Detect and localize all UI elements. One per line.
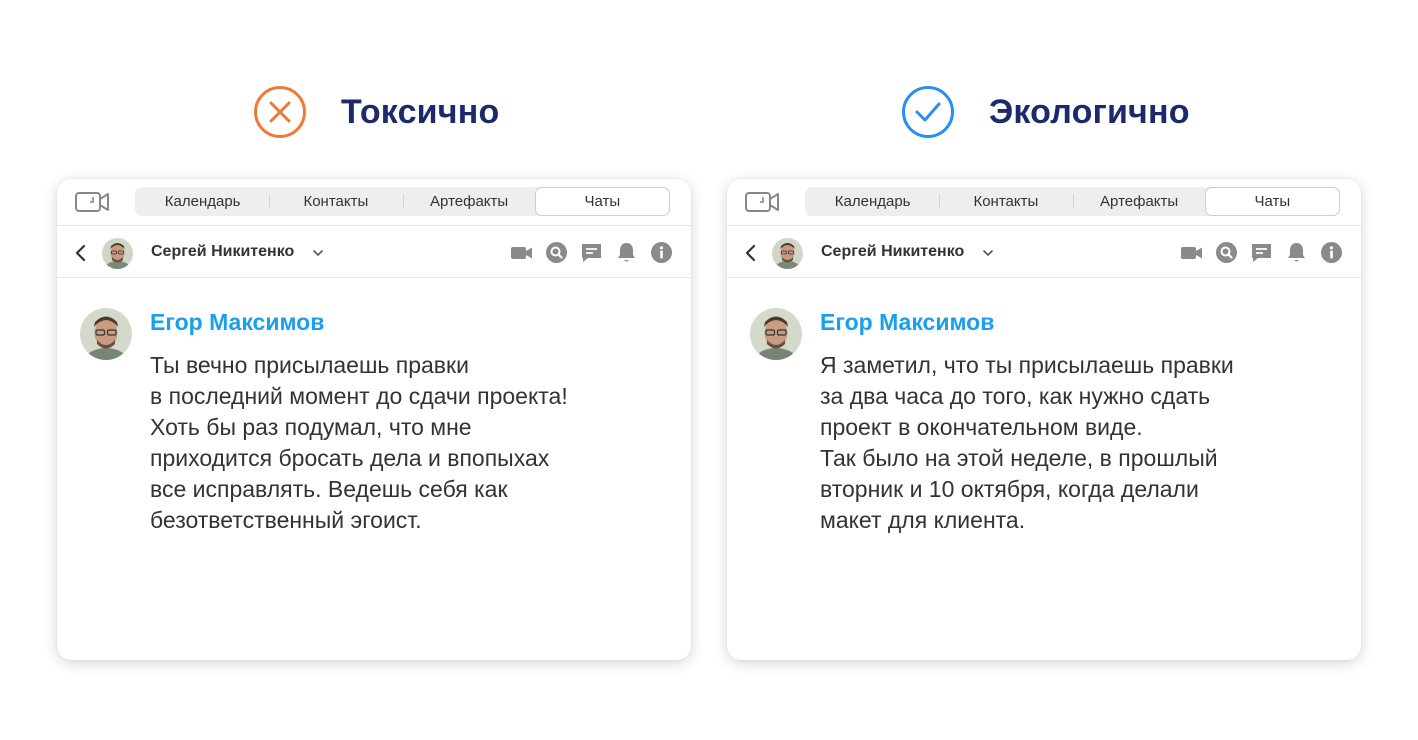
app-topbar: Календарь Контакты Артефакты Чаты — [727, 179, 1361, 226]
check-circle-icon — [902, 86, 954, 138]
chat-actions — [1180, 241, 1343, 264]
message-line: в последний момент до сдачи проекта! — [150, 383, 568, 409]
app-topbar: Календарь Контакты Артефакты Чаты — [57, 179, 691, 226]
tab-calendar[interactable]: Календарь — [136, 188, 269, 215]
avatar[interactable] — [80, 308, 132, 360]
bell-icon[interactable] — [1285, 241, 1308, 264]
sender-name[interactable]: Егор Максимов — [820, 309, 994, 336]
toxic-example: Токсично Календарь Контакты Артефакты Ча… — [57, 0, 691, 740]
x-circle-icon — [254, 86, 306, 138]
tab-artifacts[interactable]: Артефакты — [402, 188, 536, 215]
video-icon[interactable] — [1180, 241, 1203, 264]
chat-header: Сергей Никитенко — [727, 227, 1361, 278]
info-icon[interactable] — [1320, 241, 1343, 264]
search-icon[interactable] — [545, 241, 568, 264]
tab-bar: Календарь Контакты Артефакты Чаты — [805, 187, 1340, 216]
chat-actions — [510, 241, 673, 264]
tab-artifacts[interactable]: Артефакты — [1072, 188, 1206, 215]
chat-header: Сергей Никитенко — [57, 227, 691, 278]
tab-bar: Календарь Контакты Артефакты Чаты — [135, 187, 670, 216]
message-line: макет для клиента. — [820, 507, 1026, 533]
message-line: Я заметил, что ты присылаешь правки — [820, 352, 1234, 378]
search-icon[interactable] — [1215, 241, 1238, 264]
back-arrow-icon[interactable] — [744, 244, 758, 262]
message-line: Хоть бы раз подумал, что мне — [150, 414, 472, 440]
avatar[interactable] — [772, 238, 803, 269]
video-call-icon[interactable] — [74, 189, 110, 215]
chat-window: Календарь Контакты Артефакты Чаты Сергей… — [727, 179, 1361, 660]
tab-chats[interactable]: Чаты — [535, 188, 669, 215]
bell-icon[interactable] — [615, 241, 638, 264]
video-call-icon[interactable] — [744, 189, 780, 215]
message-line: безответственный эгоист. — [150, 507, 422, 533]
tab-contacts[interactable]: Контакты — [939, 188, 1072, 215]
threads-icon[interactable] — [1250, 241, 1273, 264]
chevron-down-icon[interactable] — [982, 247, 994, 259]
tab-calendar[interactable]: Календарь — [806, 188, 939, 215]
threads-icon[interactable] — [580, 241, 603, 264]
message-line: вторник и 10 октября, когда делали — [820, 476, 1199, 502]
message-line: проект в окончательном виде. — [820, 414, 1143, 440]
sender-name[interactable]: Егор Максимов — [150, 309, 324, 336]
contact-name[interactable]: Сергей Никитенко — [821, 243, 964, 261]
video-icon[interactable] — [510, 241, 533, 264]
chat-window: Календарь Контакты Артефакты Чаты Сергей… — [57, 179, 691, 660]
message-line: за два часа до того, как нужно сдать — [820, 383, 1211, 409]
message-line: приходится бросать дела и впопыхах — [150, 445, 550, 471]
heading-label: Экологично — [989, 92, 1190, 131]
message-text: Ты вечно присылаешь правки в последний м… — [150, 350, 630, 536]
toxic-heading: Токсично — [253, 86, 499, 138]
info-icon[interactable] — [650, 241, 673, 264]
message-line: Так было на этой неделе, в прошлый — [820, 445, 1218, 471]
ecological-heading: Экологично — [901, 86, 1190, 138]
message-line: Ты вечно присылаешь правки — [150, 352, 469, 378]
heading-label: Токсично — [341, 92, 500, 131]
ecological-example: Экологично Календарь Контакты Артефакты … — [727, 0, 1361, 740]
avatar[interactable] — [102, 238, 133, 269]
tab-contacts[interactable]: Контакты — [269, 188, 402, 215]
tab-chats[interactable]: Чаты — [1205, 188, 1339, 215]
message-text: Я заметил, что ты присылаешь правки за д… — [820, 350, 1300, 536]
chevron-down-icon[interactable] — [312, 247, 324, 259]
contact-name[interactable]: Сергей Никитенко — [151, 243, 294, 261]
message-line: все исправлять. Ведешь себя как — [150, 476, 508, 502]
avatar[interactable] — [750, 308, 802, 360]
back-arrow-icon[interactable] — [74, 244, 88, 262]
